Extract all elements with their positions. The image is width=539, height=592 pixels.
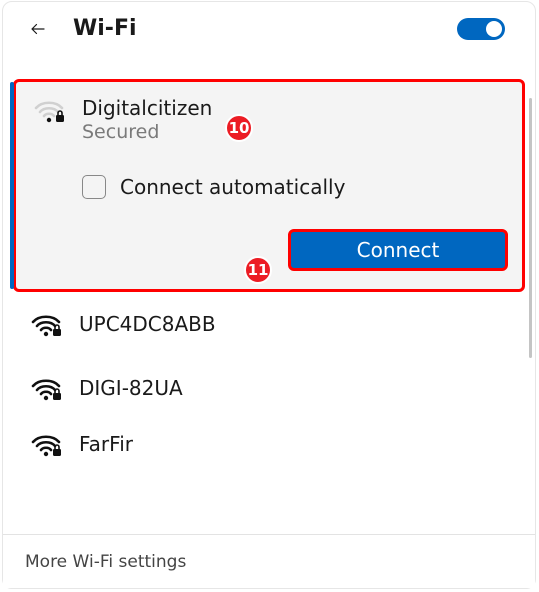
wifi-secured-icon [31,376,63,402]
selected-network-ssid: Digitalcitizen [82,96,212,121]
connect-automatically-checkbox[interactable] [82,175,106,199]
more-wifi-settings-label: More Wi-Fi settings [25,552,186,572]
network-ssid: FarFir [79,432,133,456]
wifi-secured-weak-icon [34,98,66,124]
connect-button[interactable]: Connect [288,229,508,271]
network-ssid: DIGI-82UA [79,376,183,400]
wifi-toggle[interactable] [457,18,505,40]
page-title: Wi-Fi [73,16,457,41]
network-item[interactable]: UPC4DC8ABB [3,292,535,356]
selected-network-status: Secured [82,121,212,145]
selected-network[interactable]: Digitalcitizen Secured Connect automatic… [13,79,525,292]
more-wifi-settings[interactable]: More Wi-Fi settings [3,534,535,588]
annotation-badge-11: 11 [244,256,272,284]
network-name: Digitalcitizen Secured [82,96,212,145]
network-item[interactable]: FarFir [3,420,535,458]
annotation-badge-10: 10 [225,114,253,142]
header: Wi-Fi [3,2,535,49]
wifi-secured-icon [31,432,63,458]
connect-automatically-row: Connect automatically [82,175,508,199]
arrow-left-icon [29,20,47,38]
wifi-panel: Wi-Fi Digitalcitizen Secured [2,1,536,589]
back-button[interactable] [27,18,49,40]
scrollbar[interactable] [529,98,532,358]
wifi-secured-icon [31,312,63,338]
connect-automatically-label: Connect automatically [120,175,345,199]
network-item[interactable]: DIGI-82UA [3,356,535,420]
network-ssid: UPC4DC8ABB [79,312,216,336]
network-list: Digitalcitizen Secured Connect automatic… [3,49,535,524]
